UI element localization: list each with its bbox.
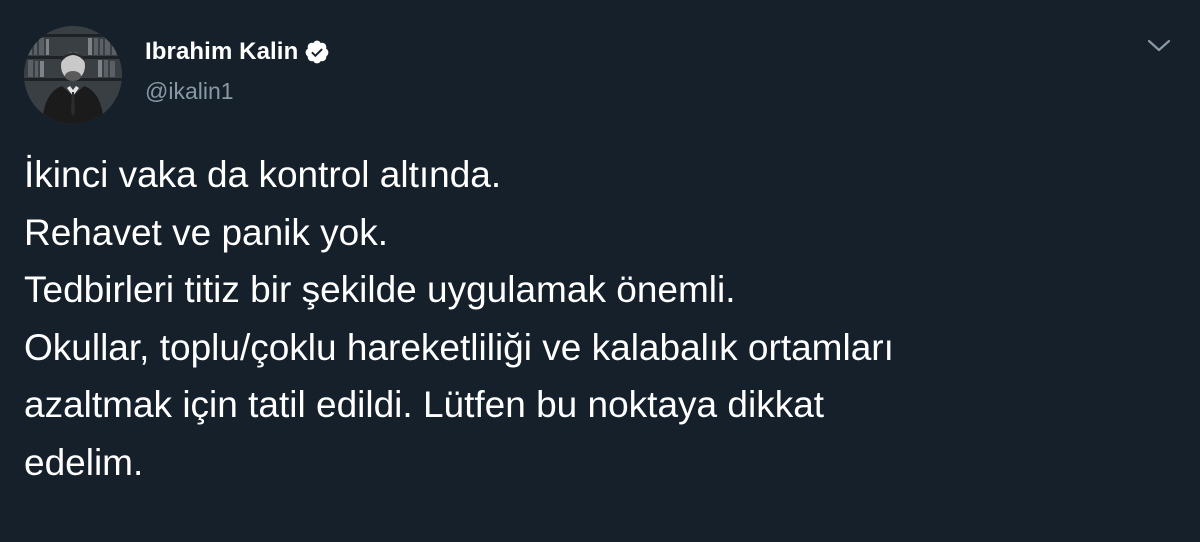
chevron-down-icon xyxy=(1147,39,1171,52)
display-name[interactable]: Ibrahim Kalin xyxy=(145,38,298,66)
tweet-text-line: azaltmak için tatil edildi. Lütfen bu no… xyxy=(24,384,825,425)
tweet-text-line: edelim. xyxy=(24,441,144,483)
tweet-text-line: Tedbirleri titiz bir şekilde uygulamak ö… xyxy=(24,269,736,310)
profile-photo-icon xyxy=(24,26,122,124)
verified-badge-icon xyxy=(304,39,330,65)
tweet-text-line: Rehavet ve panik yok. xyxy=(24,211,389,253)
author-name-row[interactable]: Ibrahim Kalin xyxy=(145,36,330,68)
tweet-card: Ibrahim Kalin @ikalin1 İkinci vaka da ko… xyxy=(0,0,1200,542)
tweet-text-line: İkinci vaka da kontrol altında. xyxy=(24,154,502,195)
tweet-text-line: Okullar, toplu/çoklu hareketliliği ve ka… xyxy=(24,326,894,368)
more-options-button[interactable] xyxy=(1146,36,1172,56)
avatar[interactable] xyxy=(24,26,122,124)
author-handle[interactable]: @ikalin1 xyxy=(145,78,234,105)
tweet-text: İkinci vaka da kontrol altında. Rehavet … xyxy=(24,146,1174,491)
